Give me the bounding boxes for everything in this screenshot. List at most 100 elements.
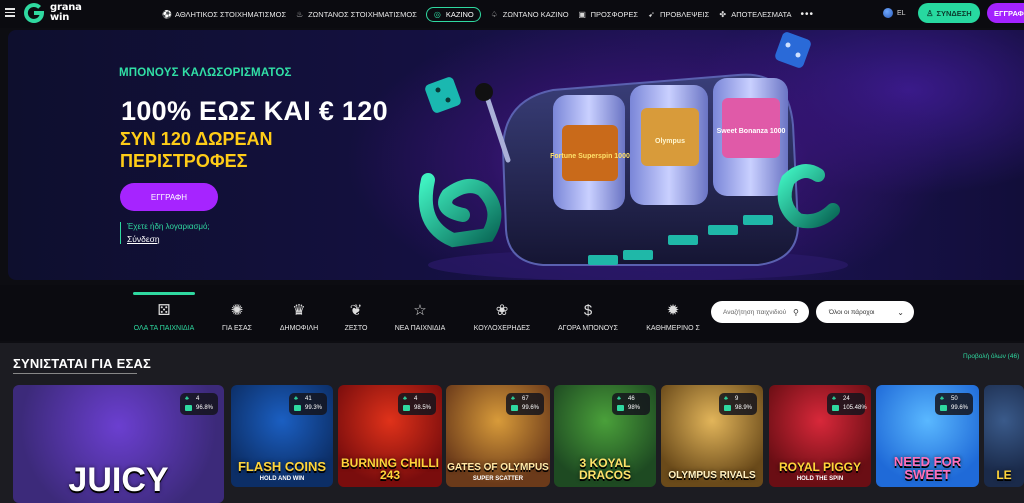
rtp-icon: [617, 405, 624, 411]
nav-predictions[interactable]: ➹ ΠΡΟΒΛΕΨΕΙΣ: [647, 10, 709, 19]
hamburger-menu-icon[interactable]: [5, 6, 15, 17]
rtp-icon: [940, 405, 947, 411]
hero-banner[interactable]: ΜΠΟΝΟΥΣ ΚΑΛΩΣΟΡΙΣΜΑΤΟΣ 100% ΕΩΣ ΚΑΙ € 12…: [8, 30, 1024, 280]
language-selector[interactable]: EL: [883, 8, 906, 18]
user-icon: ♙: [926, 8, 934, 18]
nav-casino[interactable]: ◎ ΚΑΖΙΝΟ: [425, 6, 481, 22]
star-icon: ☆: [413, 302, 427, 319]
game-stats-badge: ♣ 9 98.9%: [719, 393, 757, 415]
rtp-value: 99.6%: [951, 405, 969, 411]
game-search-input[interactable]: [723, 308, 793, 316]
reel-1-label: Fortune Superspin 1000: [550, 153, 630, 160]
provider-dropdown[interactable]: Όλοι οι πάροχοι ⌄: [816, 301, 914, 323]
game-stats-badge: ♣ 4 98.5%: [398, 393, 436, 415]
game-card[interactable]: 3 KOYAL DRACOS ♣ 46 98%: [554, 385, 656, 487]
logo-text: grana win: [50, 2, 82, 23]
rtp-value: 96.8%: [196, 405, 214, 411]
hero-subtitle: ΣΥΝ 120 ΔΩΡΕΑΝ ΠΕΡΙΣΤΡΟΦΕΣ: [120, 129, 273, 171]
more-menu-icon[interactable]: •••: [800, 9, 814, 20]
players-icon: ♣: [185, 396, 189, 402]
hero-account-prompt: Έχετε ήδη λογαριασμό; Σύνδεση: [120, 222, 210, 244]
game-card[interactable]: FLASH COINS HOLD AND WIN ♣ 41 99.3%: [231, 385, 333, 487]
rtp-icon: [724, 405, 731, 411]
rtp-value: 98.5%: [414, 405, 432, 411]
hero-register-button[interactable]: ΕΓΓΡΑΦΗ: [120, 183, 218, 211]
game-card[interactable]: JUICY ♣ 4 96.8%: [13, 385, 224, 503]
rtp-icon: [403, 405, 410, 411]
chevron-down-icon: ⌄: [897, 307, 904, 317]
logo-mark-icon: [24, 3, 44, 23]
globe-icon: [883, 8, 893, 18]
reel-2-label: Olympus: [655, 138, 685, 145]
game-title: LE: [996, 468, 1012, 482]
players-count: 9: [735, 396, 739, 402]
players-icon: ♣: [294, 396, 298, 402]
game-title: GATES OF OLYMPUS: [447, 462, 549, 473]
game-subtitle: HOLD AND WIN: [259, 476, 305, 482]
game-title: NEED FOR SWEET: [893, 454, 962, 482]
reel-image-2: [641, 108, 699, 166]
game-title: OLYMPUS RIVALS: [668, 470, 756, 481]
rtp-icon: [294, 405, 301, 411]
slot-machine-illustration: Fortune Superspin 1000 Olympus Sweet Bon…: [418, 32, 848, 280]
game-stats-badge: ♣ 67 99.6%: [506, 393, 544, 415]
category-all-games[interactable]: ⚄ ΟΛΑ ΤΑ ΠΑΙΧΝΙΔΙΑ: [124, 302, 204, 332]
game-card[interactable]: LE: [984, 385, 1024, 487]
game-stats-badge: ♣ 41 99.3%: [289, 393, 327, 415]
players-icon: ♣: [724, 396, 728, 402]
rtp-value: 99.6%: [522, 405, 540, 411]
game-card[interactable]: NEED FOR SWEET ♣ 50 99.6%: [876, 385, 979, 487]
game-title: 3 KOYAL DRACOS: [578, 456, 631, 482]
game-card[interactable]: BURNING CHILLI 243 ♣ 4 98.5%: [338, 385, 442, 487]
money-bag-icon: $: [583, 302, 593, 319]
flame-icon: ♨: [296, 9, 304, 19]
main-nav: ⚽ ΑΘΛΗΤΙΚΟΣ ΣΤΟΙΧΗΜΑΤΙΣΜΟΣ ♨ ΖΩΝΤΑΝΟΣ ΣΤΟΙ…: [162, 0, 814, 28]
cherries-icon: ❀: [495, 302, 509, 319]
rtp-icon: [511, 405, 518, 411]
game-title: FLASH COINS: [237, 459, 327, 474]
nav-sports-betting[interactable]: ⚽ ΑΘΛΗΤΙΚΟΣ ΣΤΟΙΧΗΜΑΤΙΣΜΟΣ: [162, 10, 286, 19]
game-title: BURNING CHILLI 243: [341, 456, 439, 482]
players-count: 24: [843, 396, 850, 402]
see-all-link[interactable]: Προβολή όλων (46): [963, 353, 1019, 360]
players-count: 4: [196, 396, 200, 402]
cursor-icon: ➹: [648, 9, 655, 19]
login-button[interactable]: ♙ ΣΥΝΔΕΣΗ: [918, 3, 980, 23]
nav-live-betting[interactable]: ♨ ΖΩΝΤΑΝΟΣ ΣΤΟΙΧΗΜΑΤΙΣΜΟΣ: [295, 10, 417, 19]
nav-results[interactable]: ✤ ΑΠΟΤΕΛΕΣΜΑΤΑ: [718, 10, 791, 19]
category-bonus-buy[interactable]: $ ΑΓΟΡΑ ΜΠΟΝΟΥΣ: [548, 302, 628, 332]
search-icon[interactable]: ⚲: [793, 308, 799, 317]
grana-win-logo[interactable]: grana win: [22, 1, 82, 25]
register-button[interactable]: ΕΓΓΡΑΦ: [987, 3, 1024, 23]
rtp-value: 98%: [628, 405, 641, 411]
game-card[interactable]: OLYMPUS RIVALS ♣ 9 98.9%: [661, 385, 763, 487]
rtp-icon: [832, 405, 839, 411]
rtp-icon: [185, 405, 192, 411]
nav-live-casino[interactable]: ♤ ΖΩΝΤΑΝΟ ΚΑΖΙΝΟ: [490, 10, 569, 19]
players-count: 46: [628, 396, 635, 402]
section-title-underline: [13, 373, 137, 374]
rtp-value: 98.9%: [735, 405, 753, 411]
category-daily-drop[interactable]: ✹ ΚΑΘΗΜΕΡΙΝΟ Σ: [633, 302, 713, 332]
recommended-section: ΣΥΝΙΣΤΑΤΑΙ ΓΙΑ ΕΣΑΣ Προβολή όλων (46) JU…: [0, 343, 1024, 503]
nav-promotions[interactable]: ▣ ΠΡΟΣΦΟΡΕΣ: [578, 10, 638, 19]
section-title: ΣΥΝΙΣΤΑΤΑΙ ΓΙΑ ΕΣΑΣ: [13, 356, 152, 371]
category-slots[interactable]: ❀ ΚΟΥΛΟΧΕΡΗΔΕΣ: [462, 302, 542, 332]
rtp-value: 99.3%: [305, 405, 323, 411]
players-count: 50: [951, 396, 958, 402]
game-card[interactable]: GATES OF OLYMPUS SUPER SCATTER ♣ 67 99.6%: [446, 385, 550, 487]
active-category-indicator: [133, 292, 195, 295]
category-new-games[interactable]: ☆ ΝΕΑ ΠΑΙΧΝΙΔΙΑ: [380, 302, 460, 332]
rtp-value: 105.48%: [843, 405, 867, 411]
players-icon: ♣: [511, 396, 515, 402]
players-icon: ♣: [403, 396, 407, 402]
game-title: ROYAL PIGGY: [778, 460, 862, 474]
game-subtitle: SUPER SCATTER: [472, 476, 524, 482]
players-icon: ♣: [617, 396, 621, 402]
players-icon: ♣: [940, 396, 944, 402]
game-card[interactable]: ROYAL PIGGY HOLD THE SPIN ♣ 24 105.48%: [769, 385, 871, 487]
hero-login-link[interactable]: Σύνδεση: [127, 234, 210, 244]
game-search-box[interactable]: ⚲: [711, 301, 809, 323]
players-count: 67: [522, 396, 529, 402]
game-stats-badge: ♣ 46 98%: [612, 393, 650, 415]
